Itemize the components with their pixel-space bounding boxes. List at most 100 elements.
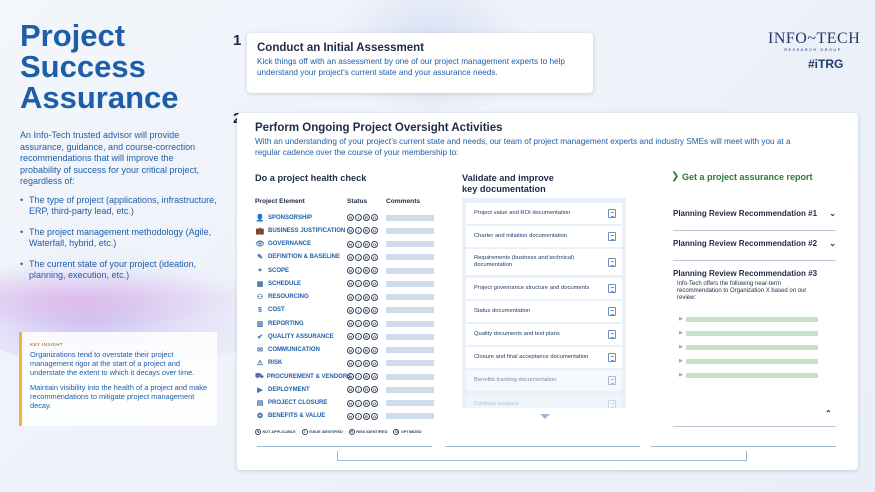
comment-field[interactable] bbox=[386, 307, 434, 314]
status-option[interactable]: I bbox=[355, 373, 362, 381]
status-option[interactable]: I bbox=[355, 346, 362, 354]
recommendation-2-toggle[interactable]: Planning Review Recommendation #2 ⌄ bbox=[673, 239, 836, 261]
comment-field[interactable] bbox=[386, 294, 434, 301]
status-option[interactable]: O bbox=[371, 399, 378, 407]
status-option[interactable]: R bbox=[363, 227, 370, 235]
comment-field[interactable] bbox=[386, 227, 434, 234]
status-option[interactable]: O bbox=[371, 359, 378, 367]
status-option[interactable]: N bbox=[347, 399, 354, 407]
status-option[interactable]: I bbox=[355, 227, 362, 235]
legend-circle: N bbox=[255, 429, 261, 435]
status-option[interactable]: I bbox=[355, 267, 362, 275]
status-option[interactable]: R bbox=[363, 293, 370, 301]
doc-item[interactable]: Project value and ROI documentation bbox=[466, 203, 622, 224]
doc-item[interactable]: Contract analysis bbox=[466, 393, 622, 408]
status-option[interactable]: R bbox=[363, 386, 370, 394]
status-option[interactable]: N bbox=[347, 412, 354, 420]
comment-field[interactable] bbox=[386, 400, 434, 407]
status-option[interactable]: O bbox=[371, 412, 378, 420]
status-option[interactable]: O bbox=[371, 293, 378, 301]
status-option[interactable]: N bbox=[347, 359, 354, 367]
status-option[interactable]: N bbox=[347, 227, 354, 235]
status-option[interactable]: I bbox=[355, 240, 362, 248]
status-option[interactable]: O bbox=[371, 240, 378, 248]
status-option[interactable]: N bbox=[347, 320, 354, 328]
doc-item[interactable]: Status documentation bbox=[466, 300, 622, 322]
status-option[interactable]: N bbox=[347, 386, 354, 394]
status-option[interactable]: N bbox=[347, 280, 354, 288]
legend-label: NOT APPLICABLE bbox=[262, 430, 296, 434]
status-option[interactable]: I bbox=[355, 399, 362, 407]
status-option[interactable]: I bbox=[355, 333, 362, 341]
status-option[interactable]: R bbox=[363, 333, 370, 341]
status-option[interactable]: R bbox=[363, 399, 370, 407]
status-option[interactable]: R bbox=[363, 267, 370, 275]
doc-item[interactable]: Project governance structure and documen… bbox=[466, 277, 622, 299]
comment-field[interactable] bbox=[386, 320, 434, 327]
status-option[interactable]: N bbox=[347, 240, 354, 248]
doc-item[interactable]: Quality documents and test plans bbox=[466, 323, 622, 345]
status-option[interactable]: O bbox=[371, 253, 378, 261]
doc-item[interactable]: Requirements (business and technical) do… bbox=[466, 249, 622, 276]
comment-field[interactable] bbox=[386, 413, 434, 420]
status-option[interactable]: I bbox=[355, 359, 362, 367]
comment-field[interactable] bbox=[386, 360, 434, 367]
recommendation-1-toggle[interactable]: Planning Review Recommendation #1 ⌄ bbox=[673, 209, 836, 231]
status-option[interactable]: O bbox=[371, 320, 378, 328]
scroll-down-arrow-icon[interactable] bbox=[540, 414, 550, 419]
status-option[interactable]: R bbox=[363, 306, 370, 314]
status-option[interactable]: O bbox=[371, 280, 378, 288]
status-option[interactable]: R bbox=[363, 373, 370, 381]
status-option[interactable]: R bbox=[363, 214, 370, 222]
comment-field[interactable] bbox=[386, 333, 434, 340]
status-option[interactable]: R bbox=[363, 280, 370, 288]
doc-item[interactable]: Benefits tracking documentation bbox=[466, 370, 622, 392]
step2-header: Perform Ongoing Project Oversight Activi… bbox=[255, 122, 815, 158]
status-option[interactable]: N bbox=[347, 346, 354, 354]
status-option[interactable]: R bbox=[363, 412, 370, 420]
chevron-up-icon[interactable]: ⌃ bbox=[825, 409, 832, 418]
status-option[interactable]: R bbox=[363, 320, 370, 328]
status-selector: NIRO bbox=[347, 373, 386, 381]
status-option[interactable]: R bbox=[363, 346, 370, 354]
status-option[interactable]: O bbox=[371, 227, 378, 235]
status-option[interactable]: I bbox=[355, 306, 362, 314]
status-option[interactable]: O bbox=[371, 386, 378, 394]
doc-item[interactable]: Charter and initiation documentation bbox=[466, 226, 622, 248]
status-option[interactable]: I bbox=[355, 293, 362, 301]
element-icon: ▦ bbox=[256, 280, 264, 288]
comment-field[interactable] bbox=[386, 347, 434, 354]
comment-field[interactable] bbox=[386, 373, 434, 380]
status-option[interactable]: N bbox=[347, 267, 354, 275]
status-option[interactable]: O bbox=[371, 333, 378, 341]
status-option[interactable]: I bbox=[355, 386, 362, 394]
status-option[interactable]: N bbox=[347, 373, 354, 381]
status-option[interactable]: N bbox=[347, 253, 354, 261]
comment-field[interactable] bbox=[386, 254, 434, 261]
status-option[interactable]: N bbox=[347, 214, 354, 222]
comment-field[interactable] bbox=[386, 214, 434, 221]
status-option[interactable]: R bbox=[363, 359, 370, 367]
status-option[interactable]: O bbox=[371, 373, 378, 381]
comment-field[interactable] bbox=[386, 241, 434, 248]
comment-field[interactable] bbox=[386, 280, 434, 287]
status-option[interactable]: N bbox=[347, 333, 354, 341]
status-option[interactable]: O bbox=[371, 346, 378, 354]
status-option[interactable]: I bbox=[355, 320, 362, 328]
status-option[interactable]: O bbox=[371, 214, 378, 222]
doc-item[interactable]: Closure and final acceptance documentati… bbox=[466, 347, 622, 369]
status-option[interactable]: R bbox=[363, 240, 370, 248]
status-option[interactable]: O bbox=[371, 306, 378, 314]
documentation-list[interactable]: Project value and ROI documentation Chart… bbox=[462, 198, 626, 408]
comment-field[interactable] bbox=[386, 386, 434, 393]
comment-field[interactable] bbox=[386, 267, 434, 274]
status-option[interactable]: I bbox=[355, 280, 362, 288]
status-option[interactable]: I bbox=[355, 253, 362, 261]
status-option[interactable]: R bbox=[363, 253, 370, 261]
doc-item-label: Contract analysis bbox=[474, 400, 519, 407]
status-option[interactable]: O bbox=[371, 267, 378, 275]
status-option[interactable]: N bbox=[347, 293, 354, 301]
status-option[interactable]: N bbox=[347, 306, 354, 314]
status-option[interactable]: I bbox=[355, 214, 362, 222]
status-option[interactable]: I bbox=[355, 412, 362, 420]
